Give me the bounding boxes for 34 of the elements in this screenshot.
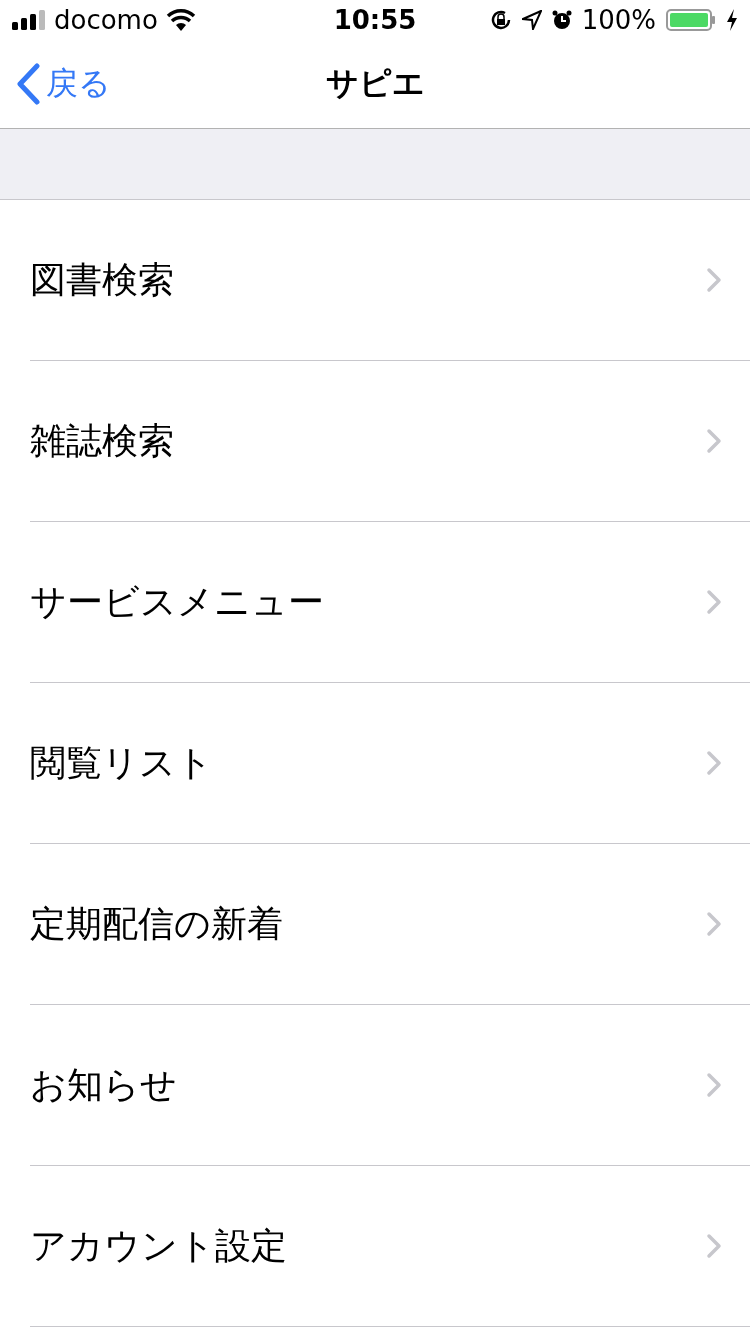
menu-item[interactable]: サービスメニュー <box>30 522 750 683</box>
chevron-right-icon <box>706 428 722 454</box>
charging-bolt-icon <box>726 9 738 31</box>
chevron-right-icon <box>706 911 722 937</box>
menu-item[interactable]: お知らせ <box>30 1005 750 1166</box>
location-arrow-icon <box>521 10 542 30</box>
menu-item[interactable]: 図書検索 <box>30 200 750 361</box>
menu-item-label: お知らせ <box>30 1062 177 1107</box>
wifi-icon <box>165 9 196 31</box>
carrier-name: docomo <box>54 5 158 35</box>
chevron-right-icon <box>706 1072 722 1098</box>
chevron-right-icon <box>706 1233 722 1259</box>
clock-time: 10:55 <box>333 5 417 35</box>
menu-item-label: 雑誌検索 <box>30 418 174 463</box>
back-button[interactable]: 戻る <box>0 62 111 106</box>
menu-item-label: サービスメニュー <box>30 579 324 624</box>
screen-title: サピエ <box>325 63 425 104</box>
menu-item-label: アカウント設定 <box>30 1223 287 1268</box>
menu-item[interactable]: 定期配信の新着 <box>30 844 750 1005</box>
menu-item[interactable]: アカウント設定 <box>30 1166 750 1327</box>
rotation-lock-icon <box>489 9 512 31</box>
menu-item-label: 図書検索 <box>30 257 174 302</box>
alarm-clock-icon <box>551 10 572 30</box>
menu-item[interactable]: 閲覧リスト <box>30 683 750 844</box>
chevron-left-icon <box>16 63 40 105</box>
menu-item-label: 定期配信の新着 <box>30 901 283 946</box>
chevron-right-icon <box>706 267 722 293</box>
battery-icon <box>666 9 716 31</box>
battery-percentage: 100% <box>581 5 656 35</box>
menu-item[interactable]: 雑誌検索 <box>30 361 750 522</box>
chevron-right-icon <box>706 750 722 776</box>
chevron-right-icon <box>706 589 722 615</box>
menu-item-label: 閲覧リスト <box>30 740 213 785</box>
signal-icon <box>12 10 46 30</box>
